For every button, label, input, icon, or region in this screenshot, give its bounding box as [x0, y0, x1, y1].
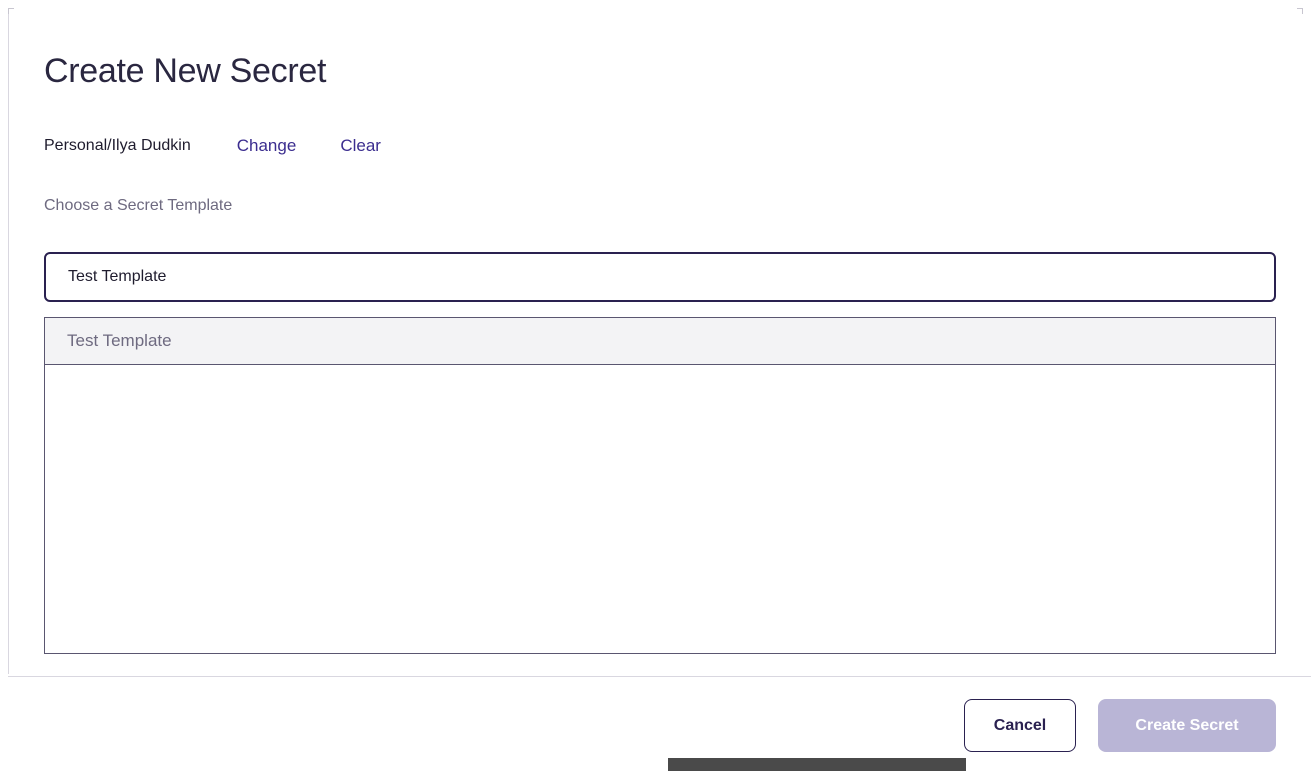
dialog-left-border	[8, 14, 9, 674]
folder-path: Personal/Ilya Dudkin	[44, 137, 191, 154]
create-secret-dialog: Create New Secret Personal/Ilya Dudkin C…	[0, 0, 1311, 771]
footer-divider	[8, 676, 1311, 677]
horizontal-scrollbar-thumb[interactable]	[668, 758, 966, 771]
change-folder-link[interactable]: Change	[237, 136, 297, 156]
folder-row: Personal/Ilya Dudkin Change Clear	[44, 136, 381, 156]
dialog-title: Create New Secret	[44, 52, 327, 90]
template-label: Choose a Secret Template	[44, 197, 233, 214]
dialog-corner-right	[1297, 8, 1303, 14]
create-secret-button[interactable]: Create Secret	[1098, 699, 1276, 752]
cancel-button[interactable]: Cancel	[964, 699, 1076, 752]
template-suggestion-item[interactable]: Test Template	[45, 318, 1275, 365]
template-search-input[interactable]	[44, 252, 1276, 302]
clear-folder-link[interactable]: Clear	[340, 136, 381, 156]
template-suggestions-list: Test Template	[44, 317, 1276, 654]
